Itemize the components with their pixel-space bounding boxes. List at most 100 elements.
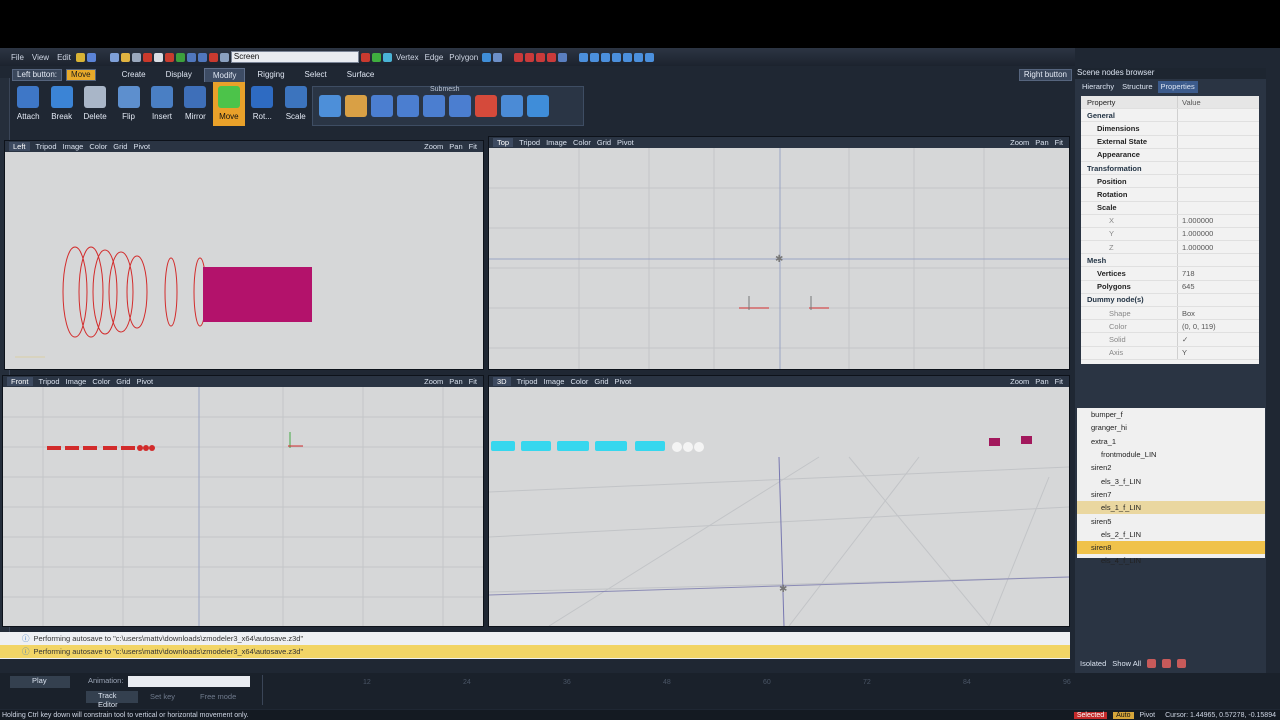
vp-tripod[interactable]: Tripod: [39, 377, 60, 386]
viewport-name[interactable]: 3D: [493, 377, 511, 386]
property-row[interactable]: Z 1.000000: [1081, 241, 1259, 255]
menu-view[interactable]: View: [29, 53, 52, 62]
tree-node[interactable]: bumper_f: [1077, 408, 1265, 421]
property-row[interactable]: Y 1.000000: [1081, 227, 1259, 242]
filter-icon[interactable]: [1147, 658, 1157, 668]
menu-edit[interactable]: Edit: [54, 53, 74, 62]
menu-file[interactable]: File: [8, 53, 27, 62]
select-mode-icon-4[interactable]: [547, 52, 557, 62]
tool-move[interactable]: Move: [212, 82, 246, 126]
property-value[interactable]: 1.000000: [1177, 241, 1259, 254]
vp-fit[interactable]: Fit: [1055, 377, 1063, 386]
tab-display[interactable]: Display: [158, 68, 200, 81]
vp-color[interactable]: Color: [89, 142, 107, 151]
select-mode-icon-2[interactable]: [525, 52, 535, 62]
vp-pan[interactable]: Pan: [1035, 377, 1048, 386]
tab-structure[interactable]: Structure: [1119, 81, 1155, 93]
property-row[interactable]: General: [1081, 109, 1259, 123]
isolated-button[interactable]: Isolated: [1080, 659, 1106, 668]
viewport-name[interactable]: Left: [9, 142, 30, 151]
tab-properties[interactable]: Properties: [1157, 81, 1198, 93]
save-icon[interactable]: [131, 52, 141, 62]
tree-node[interactable]: els_2_f_LIN: [1077, 528, 1265, 541]
tool-rotate[interactable]: Rot...: [246, 82, 278, 126]
tool-delete[interactable]: Delete: [79, 82, 111, 126]
vp-grid[interactable]: Grid: [597, 138, 611, 147]
tree-node[interactable]: siren5: [1077, 514, 1265, 527]
axis-y-icon[interactable]: [371, 52, 381, 62]
coordinate-system-select[interactable]: Screen: [230, 51, 359, 63]
submesh-tool-8-icon[interactable]: [501, 95, 523, 117]
tab-modify[interactable]: Modify: [203, 67, 246, 82]
animation-select[interactable]: [128, 676, 250, 687]
open-icon[interactable]: [120, 52, 130, 62]
vp-image[interactable]: Image: [66, 377, 87, 386]
copy-icon[interactable]: [153, 52, 163, 62]
view-icon-1[interactable]: [579, 52, 589, 62]
property-value[interactable]: [1177, 109, 1259, 122]
object-mode-icon[interactable]: [482, 52, 492, 62]
view-icon-6[interactable]: [634, 52, 644, 62]
viewport-front[interactable]: Front Tripod Image Color Grid Pivot Zoom…: [2, 375, 484, 627]
tree-node[interactable]: frontmodule_LIN: [1077, 448, 1265, 461]
property-row[interactable]: Polygons 645: [1081, 280, 1259, 294]
tab-rigging[interactable]: Rigging: [249, 68, 292, 81]
vp-pan[interactable]: Pan: [449, 377, 462, 386]
snap-icon[interactable]: [75, 52, 85, 62]
property-row[interactable]: Shape Box: [1081, 307, 1259, 321]
property-row[interactable]: Solid ✓: [1081, 333, 1259, 347]
vp-tripod[interactable]: Tripod: [519, 138, 540, 147]
vp-pivot[interactable]: Pivot: [133, 142, 150, 151]
property-value[interactable]: [1177, 135, 1259, 148]
property-value[interactable]: 718: [1177, 267, 1259, 280]
vp-fit[interactable]: Fit: [469, 377, 477, 386]
property-value[interactable]: Y: [1177, 346, 1259, 359]
tree-node[interactable]: els_1_f_LIN: [1077, 501, 1265, 515]
vp-pivot[interactable]: Pivot: [615, 377, 632, 386]
property-value[interactable]: [1177, 161, 1259, 175]
property-row[interactable]: Position: [1081, 175, 1259, 189]
tool-attach[interactable]: Attach: [12, 82, 44, 126]
vp-pan[interactable]: Pan: [449, 142, 462, 151]
vp-fit[interactable]: Fit: [1055, 138, 1063, 147]
vertex-mode-button[interactable]: Vertex: [394, 53, 421, 62]
property-value[interactable]: 1.000000: [1177, 214, 1259, 227]
tool-break[interactable]: Break: [45, 82, 77, 126]
tab-create[interactable]: Create: [114, 68, 154, 81]
tool-mirror[interactable]: Mirror: [179, 82, 211, 126]
redo-icon[interactable]: [197, 52, 207, 62]
timeline[interactable]: 12 24 36 48 60 72 84 96: [262, 675, 1267, 705]
vp-zoom[interactable]: Zoom: [1010, 138, 1029, 147]
property-row[interactable]: Mesh: [1081, 254, 1259, 268]
vp-color[interactable]: Color: [92, 377, 110, 386]
property-value[interactable]: [1177, 188, 1259, 201]
view-icon-7[interactable]: [645, 52, 655, 62]
vp-pivot[interactable]: Pivot: [136, 377, 153, 386]
tree-node[interactable]: granger_hi: [1077, 421, 1265, 434]
left-button-move-chip[interactable]: Move: [66, 68, 96, 81]
property-row[interactable]: Color (0, 0, 119): [1081, 320, 1259, 334]
cut-icon[interactable]: [164, 52, 174, 62]
vp-fit[interactable]: Fit: [469, 142, 477, 151]
vp-pan[interactable]: Pan: [1035, 138, 1048, 147]
property-row[interactable]: X 1.000000: [1081, 214, 1259, 228]
vp-zoom[interactable]: Zoom: [1010, 377, 1029, 386]
free-mode-button[interactable]: Free mode: [200, 692, 236, 701]
set-key-button[interactable]: Set key: [150, 692, 175, 701]
vp-zoom[interactable]: Zoom: [424, 142, 443, 151]
vp-tripod[interactable]: Tripod: [517, 377, 538, 386]
submesh-tool-5-icon[interactable]: [423, 95, 445, 117]
vp-grid[interactable]: Grid: [116, 377, 130, 386]
tree-node[interactable]: els_3_f_LIN: [1077, 474, 1265, 487]
vp-grid[interactable]: Grid: [594, 377, 608, 386]
submesh-tool-1-icon[interactable]: [319, 95, 341, 117]
property-value[interactable]: ✓: [1177, 333, 1259, 346]
tree-node[interactable]: extra_1: [1077, 435, 1265, 448]
property-value[interactable]: [1177, 148, 1259, 161]
select-mode-icon-1[interactable]: [514, 52, 524, 62]
vp-color[interactable]: Color: [573, 138, 591, 147]
tool-scale[interactable]: Scale: [280, 82, 312, 126]
property-row[interactable]: Dimensions: [1081, 122, 1259, 136]
vp-image[interactable]: Image: [63, 142, 84, 151]
viewport-top[interactable]: Top Tripod Image Color Grid Pivot Zoom P…: [488, 136, 1070, 370]
